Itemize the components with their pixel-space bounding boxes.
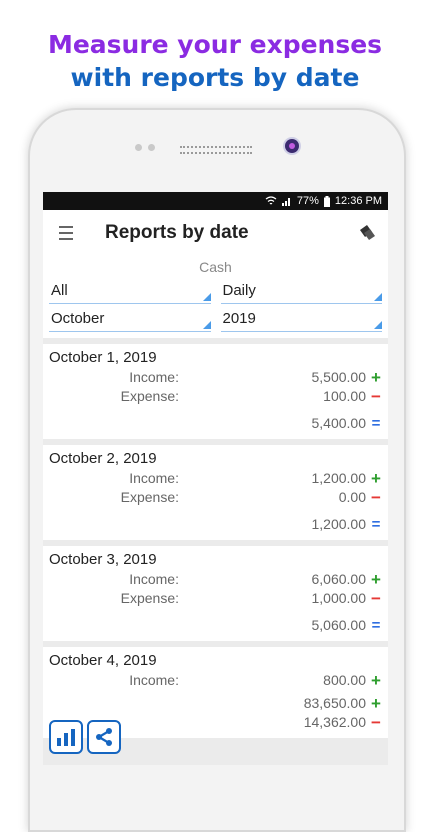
share-icon <box>96 728 112 746</box>
wifi-icon <box>265 196 277 205</box>
month-dropdown[interactable]: October <box>49 306 211 332</box>
expense-value: 0.00 <box>338 489 366 505</box>
promo-line-2: with reports by date <box>70 63 360 92</box>
front-camera <box>285 139 299 153</box>
equals-icon: = <box>371 617 381 634</box>
speaker-grill <box>180 146 252 154</box>
report-card[interactable]: October 1, 2019 Income: 5,500.00 + Expense… <box>43 344 388 439</box>
income-label: Income: <box>129 672 179 688</box>
income-label: Income: <box>129 571 179 587</box>
income-value: 5,500.00 <box>311 369 367 385</box>
income-value: 6,060.00 <box>311 571 367 587</box>
plus-icon: + <box>371 570 381 589</box>
summary-income-total: 83,650.00 <box>303 695 366 711</box>
clock: 12:36 PM <box>334 195 382 207</box>
equals-icon: = <box>371 415 381 432</box>
category-dropdown[interactable]: All <box>49 278 211 304</box>
status-bar: 77% 12:36 PM <box>43 192 388 210</box>
minus-icon: − <box>371 387 381 406</box>
accounts-icon[interactable] <box>358 224 376 240</box>
menu-icon[interactable] <box>59 226 73 240</box>
expense-label: Expense: <box>120 388 179 404</box>
page-title: Reports by date <box>105 222 249 243</box>
summary-expense-total: 14,362.00 <box>303 714 366 730</box>
plus-icon: + <box>371 671 381 690</box>
minus-icon: − <box>371 713 381 732</box>
bar-chart-icon <box>57 729 75 746</box>
plus-icon: + <box>371 469 381 488</box>
signal-icon <box>281 198 290 206</box>
expense-label: Expense: <box>120 590 179 606</box>
income-value: 1,200.00 <box>311 470 367 486</box>
income-value: 800.00 <box>323 672 366 688</box>
year-dropdown[interactable]: 2019 <box>220 306 382 332</box>
expense-value: 100.00 <box>323 388 366 404</box>
total-value: 5,400.00 <box>311 415 367 431</box>
sensor-dots <box>135 144 155 151</box>
promo-line-1: Measure your expenses <box>47 30 383 59</box>
expense-value: 1,000.00 <box>311 590 367 606</box>
promo-headline: Measure your expenses with reports by da… <box>0 28 430 94</box>
period-dropdown[interactable]: Daily <box>220 278 382 304</box>
expense-label: Expense: <box>120 489 179 505</box>
floating-actions <box>49 720 121 754</box>
account-name: Cash <box>199 259 232 275</box>
income-label: Income: <box>129 369 179 385</box>
app-bar: Reports by date <box>43 210 388 256</box>
report-card[interactable]: October 3, 2019 Income: 6,060.00 + Expense… <box>43 546 388 641</box>
minus-icon: − <box>371 488 381 507</box>
minus-icon: − <box>371 589 381 608</box>
report-date: October 1, 2019 <box>49 349 157 366</box>
share-button[interactable] <box>87 720 121 754</box>
battery-percent: 77% <box>296 195 319 207</box>
report-date: October 2, 2019 <box>49 450 157 467</box>
chart-button[interactable] <box>49 720 83 754</box>
report-card[interactable]: October 2, 2019 Income: 1,200.00 + Expense… <box>43 445 388 540</box>
total-value: 1,200.00 <box>311 516 367 532</box>
equals-icon: = <box>371 516 381 533</box>
report-date: October 4, 2019 <box>49 652 157 669</box>
plus-icon: + <box>371 368 381 387</box>
report-date: October 3, 2019 <box>49 551 157 568</box>
income-label: Income: <box>129 470 179 486</box>
battery-icon <box>323 195 330 207</box>
total-value: 5,060.00 <box>311 617 367 633</box>
filters-panel: Cash All Daily October 2019 <box>43 256 388 338</box>
app-screen: 77% 12:36 PM Reports by date Cash All Da… <box>43 192 388 765</box>
plus-icon: + <box>371 694 381 713</box>
